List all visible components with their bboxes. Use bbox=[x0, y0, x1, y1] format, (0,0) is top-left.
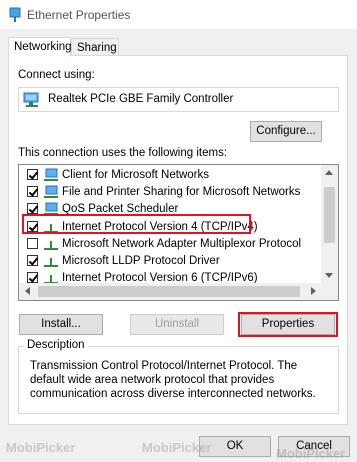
list-item[interactable]: Microsoft LLDP Protocol Driver bbox=[27, 253, 322, 270]
title-bar: Ethernet Properties bbox=[0, 0, 357, 30]
list-item[interactable]: File and Printer Sharing for Microsoft N… bbox=[27, 184, 322, 201]
scroll-right-icon[interactable] bbox=[311, 287, 316, 295]
tab-sharing[interactable]: Sharing bbox=[71, 38, 119, 56]
scroll-thumb[interactable] bbox=[38, 286, 300, 297]
item-label: Microsoft LLDP Protocol Driver bbox=[62, 255, 220, 267]
scroll-left-icon[interactable] bbox=[25, 287, 30, 295]
network-client-icon bbox=[43, 185, 59, 199]
item-checkbox[interactable] bbox=[27, 238, 38, 249]
network-adapter-icon bbox=[9, 7, 21, 23]
uninstall-button[interactable]: Uninstall bbox=[130, 314, 224, 335]
item-label: Client for Microsoft Networks bbox=[62, 169, 209, 181]
network-adapter-icon bbox=[23, 92, 41, 111]
vertical-scrollbar[interactable] bbox=[321, 165, 338, 283]
list-item[interactable]: Microsoft Network Adapter Multiplexor Pr… bbox=[27, 236, 322, 253]
scroll-down-icon[interactable] bbox=[325, 273, 333, 278]
item-checkbox[interactable] bbox=[27, 255, 38, 266]
install-button[interactable]: Install... bbox=[19, 314, 103, 335]
connect-using-label: Connect using: bbox=[18, 69, 95, 81]
scroll-up-icon[interactable] bbox=[325, 170, 333, 175]
configure-button[interactable]: Configure... bbox=[250, 121, 322, 142]
item-checkbox[interactable] bbox=[27, 203, 38, 214]
protocol-icon bbox=[43, 254, 59, 268]
item-checkbox[interactable] bbox=[27, 186, 38, 197]
item-checkbox[interactable] bbox=[27, 272, 38, 283]
tab-sharing-label: Sharing bbox=[77, 42, 117, 54]
ipv4-highlight-outline bbox=[22, 214, 251, 234]
description-legend: Description bbox=[24, 339, 88, 351]
watermark: MobiPicker bbox=[142, 440, 212, 455]
list-item[interactable]: Client for Microsoft Networks bbox=[27, 167, 322, 184]
description-text: Transmission Control Protocol/Internet P… bbox=[30, 360, 316, 400]
watermark: MobiPicker bbox=[276, 446, 346, 461]
protocol-icon bbox=[43, 237, 59, 251]
scroll-thumb[interactable] bbox=[324, 187, 335, 243]
network-client-icon bbox=[43, 168, 59, 182]
adapter-name: Realtek PCIe GBE Family Controller bbox=[48, 93, 234, 105]
tab-networking[interactable]: Networking bbox=[8, 37, 72, 57]
properties-highlight-outline bbox=[238, 312, 338, 337]
items-section-label: This connection uses the following items… bbox=[18, 147, 228, 159]
item-checkbox[interactable] bbox=[27, 169, 38, 180]
item-label: Microsoft Network Adapter Multiplexor Pr… bbox=[62, 238, 302, 250]
watermark: MobiPicker bbox=[6, 440, 76, 455]
adapter-box: Realtek PCIe GBE Family Controller bbox=[18, 87, 339, 112]
item-label: File and Printer Sharing for Microsoft N… bbox=[62, 186, 301, 198]
horizontal-scrollbar[interactable] bbox=[19, 283, 322, 300]
scroll-corner bbox=[321, 283, 338, 300]
tab-networking-label: Networking bbox=[14, 41, 72, 53]
window-title: Ethernet Properties bbox=[27, 8, 131, 22]
